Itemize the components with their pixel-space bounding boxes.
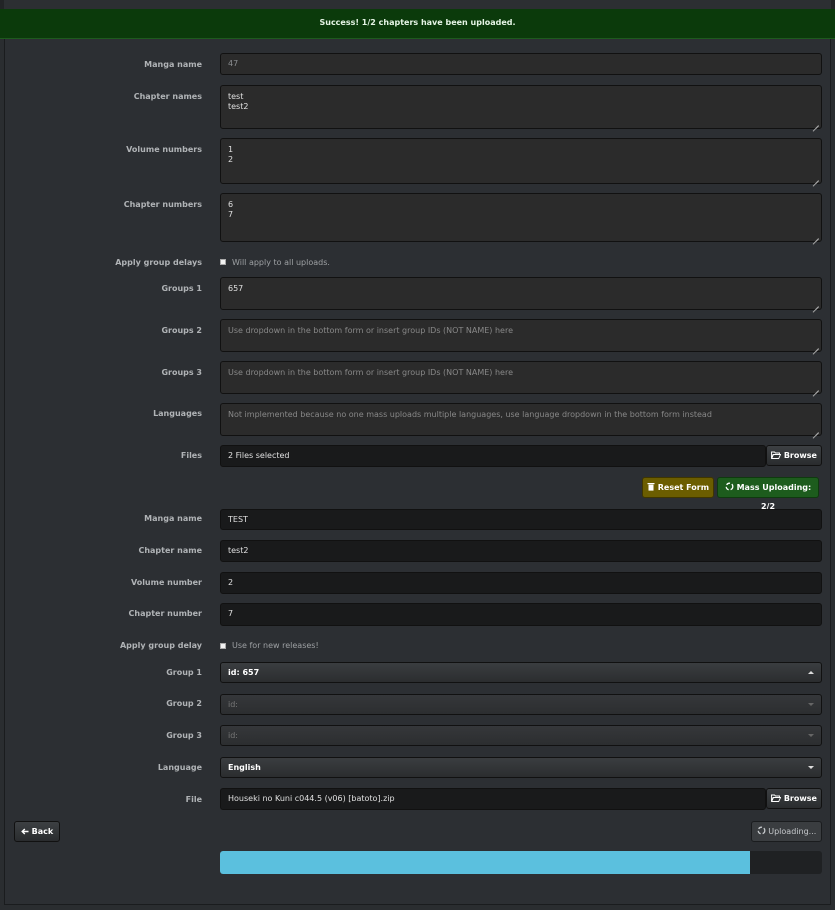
success-alert: Success! 1/2 chapters have been uploaded…	[0, 9, 835, 39]
languages-textarea[interactable]: Not implemented because no one mass uplo…	[220, 403, 822, 436]
file-input[interactable]: Houseki no Kuni c044.5 (v06) [batoto].zi…	[220, 788, 766, 810]
spinner-icon	[757, 826, 766, 835]
top-bar	[0, 0, 835, 9]
groups-3-label: Groups 3	[161, 368, 202, 377]
volume-numbers-textarea[interactable]: 1 2	[220, 138, 822, 184]
upload-progress-bar	[220, 851, 822, 874]
single-manga-name-input[interactable]: TEST	[220, 509, 822, 530]
volume-number-label: Volume number	[130, 578, 202, 587]
chapter-names-textarea[interactable]: test test2	[220, 85, 822, 129]
single-manga-name-label: Manga name	[144, 514, 202, 523]
chapter-name-input[interactable]: test2	[220, 540, 822, 562]
progress-fill	[220, 851, 750, 874]
apply-group-delays-hint: Will apply to all uploads.	[232, 258, 330, 267]
apply-group-delays-checkbox[interactable]	[220, 259, 226, 265]
file-label: File	[185, 795, 202, 804]
folder-open-icon	[771, 794, 782, 802]
mass-manga-name-input[interactable]: 47	[220, 53, 822, 75]
group-3-label: Group 3	[166, 731, 202, 740]
chapter-numbers-label: Chapter numbers	[123, 200, 202, 209]
files-label: Files	[180, 451, 202, 460]
apply-group-delays-label: Apply group delays	[115, 258, 202, 267]
chapter-name-label: Chapter name	[138, 546, 202, 555]
caret-down-icon	[808, 734, 814, 737]
caret-down-icon	[808, 703, 814, 706]
manga-name-label: Manga name	[144, 60, 202, 69]
chapter-number-label: Chapter number	[128, 609, 203, 618]
files-input[interactable]: 2 Files selected	[220, 445, 766, 467]
chapter-number-input[interactable]: 7	[220, 603, 822, 626]
chapter-names-label: Chapter names	[133, 92, 202, 101]
group-3-select[interactable]: id:	[220, 725, 822, 746]
language-label: Language	[157, 763, 202, 772]
group-1-label: Group 1	[166, 668, 202, 677]
caret-down-icon	[808, 766, 814, 769]
group-2-select[interactable]: id:	[220, 694, 822, 715]
reset-form-button[interactable]: Reset Form	[642, 477, 714, 498]
spinner-icon	[725, 482, 734, 491]
groups-1-label: Groups 1	[161, 284, 202, 293]
chapter-numbers-textarea[interactable]: 6 7	[220, 193, 822, 242]
group-1-select[interactable]: id: 657	[220, 662, 822, 683]
group-2-label: Group 2	[166, 699, 202, 708]
groups-3-textarea[interactable]: Use dropdown in the bottom form or inser…	[220, 361, 822, 394]
file-browse-button[interactable]: Browse	[766, 788, 822, 809]
volume-number-input[interactable]: 2	[220, 572, 822, 594]
languages-label: Languages	[153, 409, 202, 418]
groups-1-textarea[interactable]: 657	[220, 277, 822, 310]
trash-icon	[647, 483, 655, 491]
uploading-button[interactable]: Uploading...	[751, 821, 822, 842]
apply-group-delay-checkbox[interactable]	[220, 643, 226, 649]
language-select[interactable]: English	[220, 757, 822, 778]
caret-up-icon	[808, 671, 814, 674]
groups-2-textarea[interactable]: Use dropdown in the bottom form or inser…	[220, 319, 822, 352]
apply-group-delay-hint: Use for new releases!	[232, 641, 319, 650]
back-button[interactable]: Back	[14, 821, 60, 842]
groups-2-label: Groups 2	[161, 326, 202, 335]
files-browse-button[interactable]: Browse	[766, 445, 822, 466]
arrow-left-icon	[21, 828, 29, 835]
volume-numbers-label: Volume numbers	[126, 145, 202, 154]
folder-open-icon	[771, 451, 782, 459]
mass-uploading-button[interactable]: Mass Uploading: 2/2	[717, 477, 819, 511]
apply-group-delay-label: Apply group delay	[119, 641, 202, 650]
